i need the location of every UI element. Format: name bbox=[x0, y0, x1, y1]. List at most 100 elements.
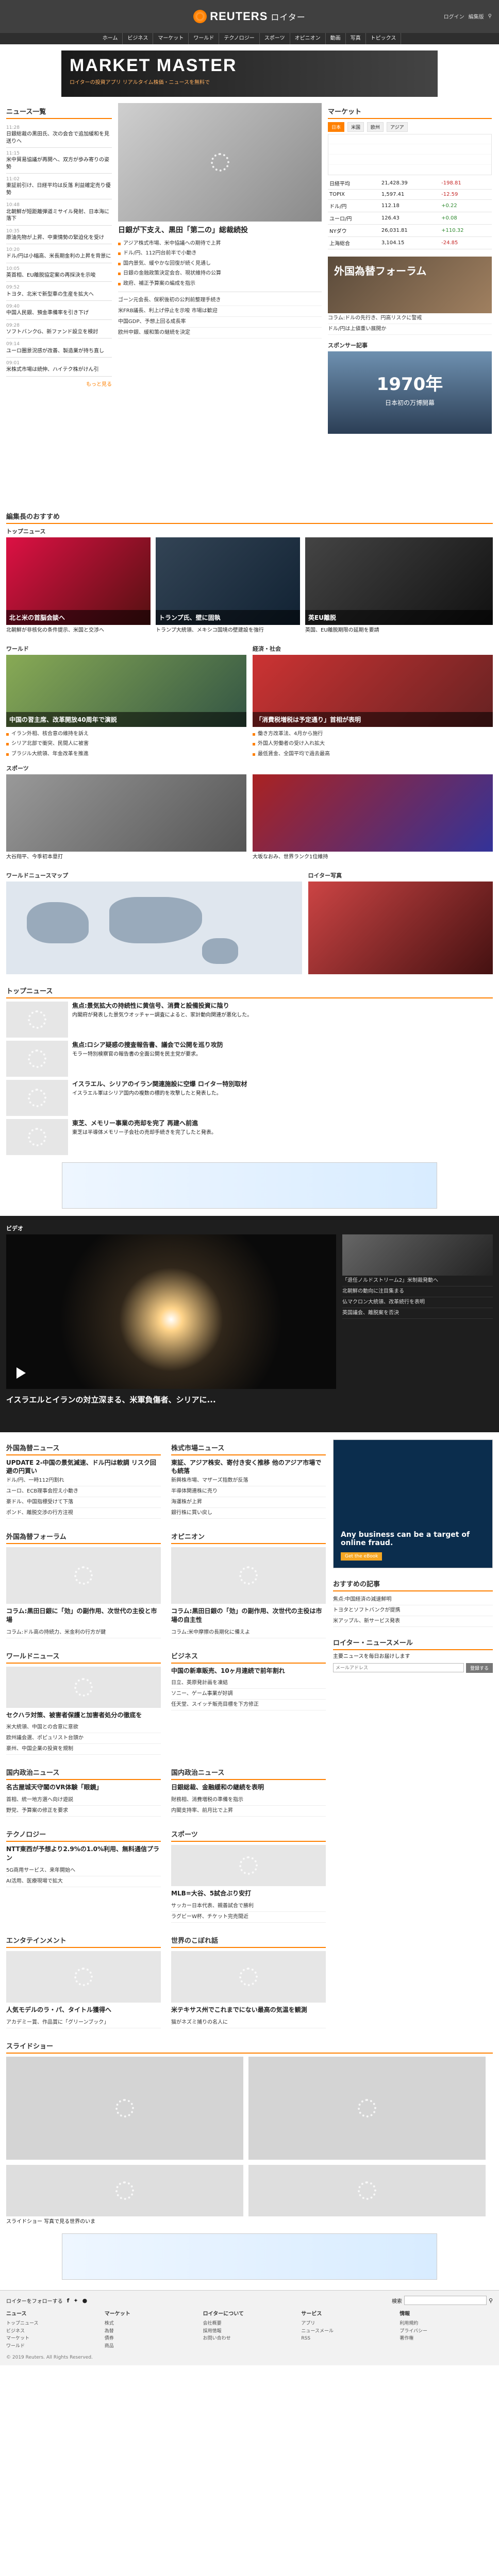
slide-thumb[interactable] bbox=[6, 2164, 243, 2216]
reuters-photo[interactable] bbox=[308, 881, 493, 974]
story-link[interactable]: ドル/円は上値重い展開か bbox=[328, 324, 492, 335]
story-link[interactable]: 新興株市場、マザーズ指数が反落 bbox=[171, 1476, 326, 1487]
list-item[interactable]: 働き方改革法、4月から施行 bbox=[253, 729, 493, 739]
ad-banner[interactable] bbox=[62, 1162, 437, 1209]
story-link[interactable]: 財務相、消費増税の準備を指示 bbox=[171, 1795, 326, 1806]
list-item[interactable]: アジア株式市場、米中協議への期待で上昇 bbox=[118, 239, 322, 249]
footer-link[interactable]: 著作権 bbox=[400, 2336, 413, 2341]
footer-link[interactable]: 会社概要 bbox=[203, 2321, 222, 2326]
story-link[interactable]: ラグビーW杯、チケット完売間近 bbox=[171, 1912, 326, 1923]
story-link[interactable]: 半導体関連株に売り bbox=[171, 1486, 326, 1498]
story-link[interactable]: コラム:黒田日銀の「効」の副作用、次世代の主役は市場の自主性 bbox=[171, 1607, 326, 1624]
list-item[interactable]: 10:35 原油先物が上昇、中東情勢の緊迫化を受け bbox=[6, 226, 112, 245]
list-item[interactable]: 09:52 トヨタ、北米で新型車の生産を拡大へ bbox=[6, 282, 112, 301]
list-item[interactable]: 11:15 米中貿易協議が再開へ、双方が歩み寄りの姿勢 bbox=[6, 148, 112, 174]
newsletter-email-input[interactable] bbox=[333, 1663, 464, 1672]
story-link[interactable]: 豪州、中国企業の投資を規制 bbox=[6, 1744, 161, 1755]
story-link[interactable]: 海運株が上昇 bbox=[171, 1497, 326, 1509]
story-link[interactable]: 猫がネズミ捕りの名人に bbox=[171, 2018, 326, 2028]
story-link[interactable]: 英国議会、離脱案を否決 bbox=[342, 1308, 493, 1319]
list-item[interactable]: 09:40 中国人民銀、預金準備率を引き下げ bbox=[6, 301, 112, 320]
footer-link[interactable]: 債券 bbox=[105, 2336, 114, 2341]
list-item[interactable]: 10:05 英首相、EU離脱協定案の再採決を示唆 bbox=[6, 263, 112, 282]
footer-link[interactable]: ビジネス bbox=[6, 2329, 25, 2334]
list-item[interactable]: イスラエル、シリアのイラン関連施設に空爆 ロイター特別取材 イスラエル軍はシリア国… bbox=[6, 1079, 336, 1116]
story-link[interactable]: ゴーン元会長、保釈後初の公判前整理手続き bbox=[118, 295, 322, 307]
slide-thumb[interactable] bbox=[248, 2056, 486, 2160]
tab-asia[interactable]: アジア bbox=[387, 122, 408, 132]
list-item[interactable]: 10:20 ドル/円は小幅高、米長期金利の上昇を背景に bbox=[6, 244, 112, 263]
story-link[interactable]: 米テキサス州でこれまでにない最高の気温を観測 bbox=[171, 2006, 326, 2014]
reuters-logo[interactable]: REUTERS ロイター bbox=[193, 10, 306, 23]
footer-link[interactable]: ニュースメール bbox=[301, 2329, 334, 2334]
sponsor-banner[interactable]: 1970年 日本初の万博開幕 bbox=[328, 351, 492, 434]
nav-business[interactable]: ビジネス bbox=[123, 33, 154, 44]
list-item[interactable]: 日銀の金融政策決定会合、現状維持の公算 bbox=[118, 268, 322, 279]
story-link[interactable]: 5G商用サービス、来年開始へ bbox=[6, 1866, 161, 1876]
list-item[interactable]: 焦点:景気拡大の持続性に黄信号、消費と設備投資に陰り 内閣府が発表した景気ウオッチ… bbox=[6, 1001, 336, 1038]
footer-link[interactable]: お問い合わせ bbox=[203, 2336, 231, 2341]
story-link[interactable]: トヨタとソフトバンクが提携 bbox=[333, 1605, 493, 1616]
story-link[interactable]: 中国GDP、予想上回る成長率 bbox=[118, 317, 322, 328]
story-link[interactable]: 内閣支持率、前月比で上昇 bbox=[171, 1806, 326, 1817]
news-card[interactable]: 英EU離脱 英国、EU離脱期限の延期を要請 bbox=[305, 537, 493, 634]
story-link[interactable]: 任天堂、スイッチ販売目標を下方修正 bbox=[171, 1700, 326, 1711]
table-row[interactable]: TOPIX 1,597.41 -12.59 bbox=[328, 189, 492, 200]
nav-opinion[interactable]: オピニオン bbox=[290, 33, 326, 44]
story-link[interactable]: 銀行株に買い戻し bbox=[171, 1508, 326, 1519]
tab-japan[interactable]: 日本 bbox=[328, 122, 345, 132]
story-link[interactable]: 欧州議会選、ポピュリスト台頭か bbox=[6, 1733, 161, 1744]
footer-link[interactable]: プライバシー bbox=[400, 2329, 427, 2334]
story-link[interactable]: 名古屋城天守閣のVR体験「眼鏡」 bbox=[6, 1783, 161, 1792]
newsletter-submit-button[interactable]: 登録する bbox=[465, 1663, 493, 1673]
story-link[interactable]: セクハラ対策、被害者保護と加害者処分の徹底を bbox=[6, 1711, 161, 1720]
table-row[interactable]: 上海総合 3,104.15 -24.85 bbox=[328, 236, 492, 249]
table-row[interactable]: ユーロ/円 126.43 +0.08 bbox=[328, 212, 492, 225]
story-link[interactable]: 焦点:中国経済の減速鮮明 bbox=[333, 1595, 493, 1605]
nav-sports[interactable]: スポーツ bbox=[260, 33, 290, 44]
video-caption[interactable]: イスラエルとイランの対立深まる、米軍負傷者、シリアに... bbox=[6, 1394, 336, 1405]
video-player[interactable] bbox=[6, 1234, 336, 1389]
world-map[interactable] bbox=[6, 881, 302, 974]
slide-thumb[interactable] bbox=[6, 2056, 243, 2160]
list-item[interactable]: イラン外相、核合意の維持を訴え bbox=[6, 729, 246, 739]
news-card[interactable]: 大谷翔平、今季初本塁打 bbox=[6, 774, 246, 861]
footer-link[interactable]: 株式 bbox=[105, 2321, 114, 2326]
table-row[interactable]: ドル/円 112.18 +0.22 bbox=[328, 199, 492, 212]
ad-banner[interactable] bbox=[62, 2233, 437, 2280]
news-card[interactable]: 北と米の首脳会談へ 北朝鮮が非核化の条件提示、米国と交渉へ bbox=[6, 537, 151, 634]
story-link[interactable]: ソニー、ゲーム事業が好調 bbox=[171, 1689, 326, 1700]
fx-forum-banner[interactable]: 外国為替フォーラム bbox=[328, 257, 492, 313]
story-link[interactable]: 仏マクロン大統領、改革続行を表明 bbox=[342, 1297, 493, 1308]
story-link[interactable]: ポンド、離脱交渉の行方注視 bbox=[6, 1508, 161, 1519]
story-link[interactable]: 豪ドル、中国指標受けて下落 bbox=[6, 1497, 161, 1509]
footer-link[interactable]: アプリ bbox=[301, 2321, 315, 2326]
list-item[interactable]: ブラジル大統領、年金改革を推進 bbox=[6, 749, 246, 759]
story-link[interactable]: 日立、英原発計画を凍結 bbox=[171, 1678, 326, 1689]
twitter-icon[interactable]: ✦ bbox=[73, 2297, 78, 2304]
footer-link[interactable]: マーケット bbox=[6, 2336, 29, 2341]
list-item[interactable]: 政府、補正予算案の編成を指示 bbox=[118, 279, 322, 289]
facebook-icon[interactable]: f bbox=[67, 2297, 70, 2304]
list-item[interactable]: 国内景気、緩やかな回復が続く見通し bbox=[118, 259, 322, 269]
list-item[interactable]: 09:14 ユーロ圏景況感が改善、製造業が持ち直し bbox=[6, 338, 112, 358]
nav-world[interactable]: ワールド bbox=[189, 33, 220, 44]
tab-us[interactable]: 米国 bbox=[347, 122, 364, 132]
nav-topics[interactable]: トピックス bbox=[366, 33, 402, 44]
footer-link[interactable]: 採用情報 bbox=[203, 2329, 222, 2334]
footer-link[interactable]: RSS bbox=[301, 2336, 310, 2341]
table-row[interactable]: NYダウ 26,031.81 +110.32 bbox=[328, 224, 492, 237]
search-icon[interactable]: ⚲ bbox=[489, 2297, 493, 2304]
more-news-link[interactable]: もっと見る bbox=[6, 380, 112, 387]
lead-photo[interactable] bbox=[118, 103, 322, 222]
list-item[interactable]: 09:28 ソフトバンクG、新ファンド設立を検討 bbox=[6, 320, 112, 339]
list-item[interactable]: 最低賃金、全国平均で過去最高 bbox=[253, 749, 493, 759]
story-link[interactable]: 米FRB議長、利上げ停止を示唆 市場は歓迎 bbox=[118, 306, 322, 317]
story-link[interactable]: 野党、予算案の修正を要求 bbox=[6, 1806, 161, 1817]
news-card[interactable]: トランプ氏、壁に固執 トランプ大統領、メキシコ国境の壁建設を強行 bbox=[156, 537, 300, 634]
story-link[interactable]: コラム:米中摩擦の長期化に備えよ bbox=[171, 1628, 326, 1638]
list-item[interactable]: 10:48 北朝鮮が短距離弾道ミサイル発射、日本海に落下 bbox=[6, 199, 112, 226]
story-link[interactable]: 欧州中銀、緩和策の継続を決定 bbox=[118, 328, 322, 339]
story-link[interactable]: 「退任ノルドストリーム2」米制裁発動へ bbox=[342, 1276, 493, 1286]
nav-market[interactable]: マーケット bbox=[153, 33, 189, 44]
